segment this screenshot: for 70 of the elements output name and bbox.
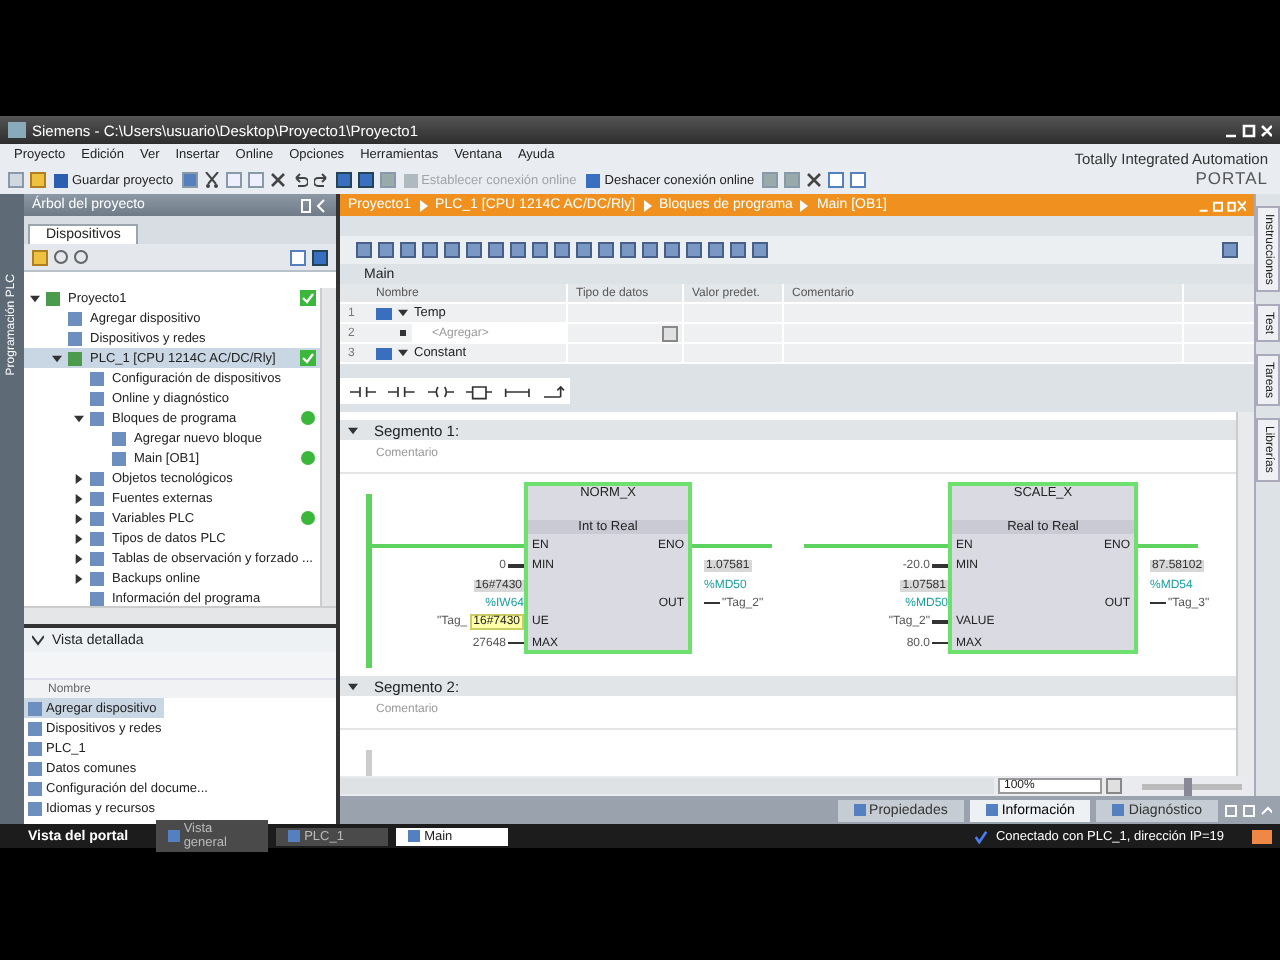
circle-icon[interactable] [74,250,88,264]
collapse-icon[interactable] [300,197,328,213]
redo-icon[interactable] [313,172,330,188]
box-icon[interactable] [465,383,493,399]
collapsed-arrow-icon[interactable] [74,513,84,523]
node-icon [90,471,104,485]
node-icon [90,511,104,525]
tool-icon[interactable] [1222,242,1238,258]
section-icon [376,307,392,319]
branch-icon[interactable] [504,383,532,399]
chevron-icon[interactable] [32,634,44,646]
node-icon [68,311,82,325]
folder-icon[interactable] [30,172,46,188]
close-icon[interactable] [806,172,823,188]
delete-icon[interactable] [269,172,286,188]
collapsed-arrow-icon[interactable] [74,573,84,583]
expanded-arrow-icon[interactable] [74,413,84,423]
scrollbar[interactable] [24,606,336,624]
scrollbar[interactable] [1236,412,1254,776]
function-block[interactable] [524,482,692,654]
section-icon [376,347,392,359]
brand-subtitle: PORTAL [1195,168,1268,188]
type-picker-icon[interactable] [662,325,678,341]
expanded-arrow-icon[interactable] [398,308,408,318]
connection-line [1138,543,1198,547]
contact-icon[interactable] [388,383,416,399]
collapsed-arrow-icon[interactable] [74,473,84,483]
cut-icon[interactable] [203,172,220,188]
node-icon [46,291,60,305]
node-icon [90,531,104,545]
node-icon [90,591,104,605]
collapsed-arrow-icon[interactable] [74,553,84,563]
expanded-arrow-icon[interactable] [348,681,358,691]
status-icon [1252,829,1272,843]
node-icon [90,551,104,565]
undo-icon[interactable] [291,172,308,188]
node-icon [68,331,82,345]
check-icon [973,829,988,843]
collapsed-arrow-icon[interactable] [74,533,84,543]
folder-icon[interactable] [32,249,48,265]
app-icon [8,122,26,138]
scrollbar[interactable] [340,778,994,794]
breadcrumb-arrow-icon [419,199,428,211]
window-controls-icon[interactable] [1224,122,1272,138]
node-icon [90,371,104,385]
collapsed-arrow-icon[interactable] [74,493,84,503]
expanded-arrow-icon[interactable] [52,353,62,363]
dropdown-icon[interactable] [1106,778,1122,794]
breadcrumb-arrow-icon [643,199,652,211]
node-icon [68,351,82,365]
node-icon [90,571,104,585]
node-icon [112,431,126,445]
scrollbar[interactable] [320,288,336,606]
node-icon [90,491,104,505]
node-icon [90,411,104,425]
expanded-arrow-icon[interactable] [348,425,358,435]
connection-line [804,543,948,547]
expanded-arrow-icon[interactable] [398,348,408,358]
expanded-arrow-icon[interactable] [30,293,40,303]
bullet-icon [400,330,406,336]
function-block[interactable] [948,482,1138,654]
circle-icon[interactable] [54,250,68,264]
breadcrumb-arrow-icon [800,199,809,211]
branch-up-icon[interactable] [543,383,570,399]
coil-icon[interactable] [427,383,454,399]
node-icon [90,391,104,405]
slider-thumb[interactable] [1183,777,1191,795]
connection-line [692,543,772,547]
contact-icon[interactable] [350,383,377,399]
node-icon [112,451,126,465]
